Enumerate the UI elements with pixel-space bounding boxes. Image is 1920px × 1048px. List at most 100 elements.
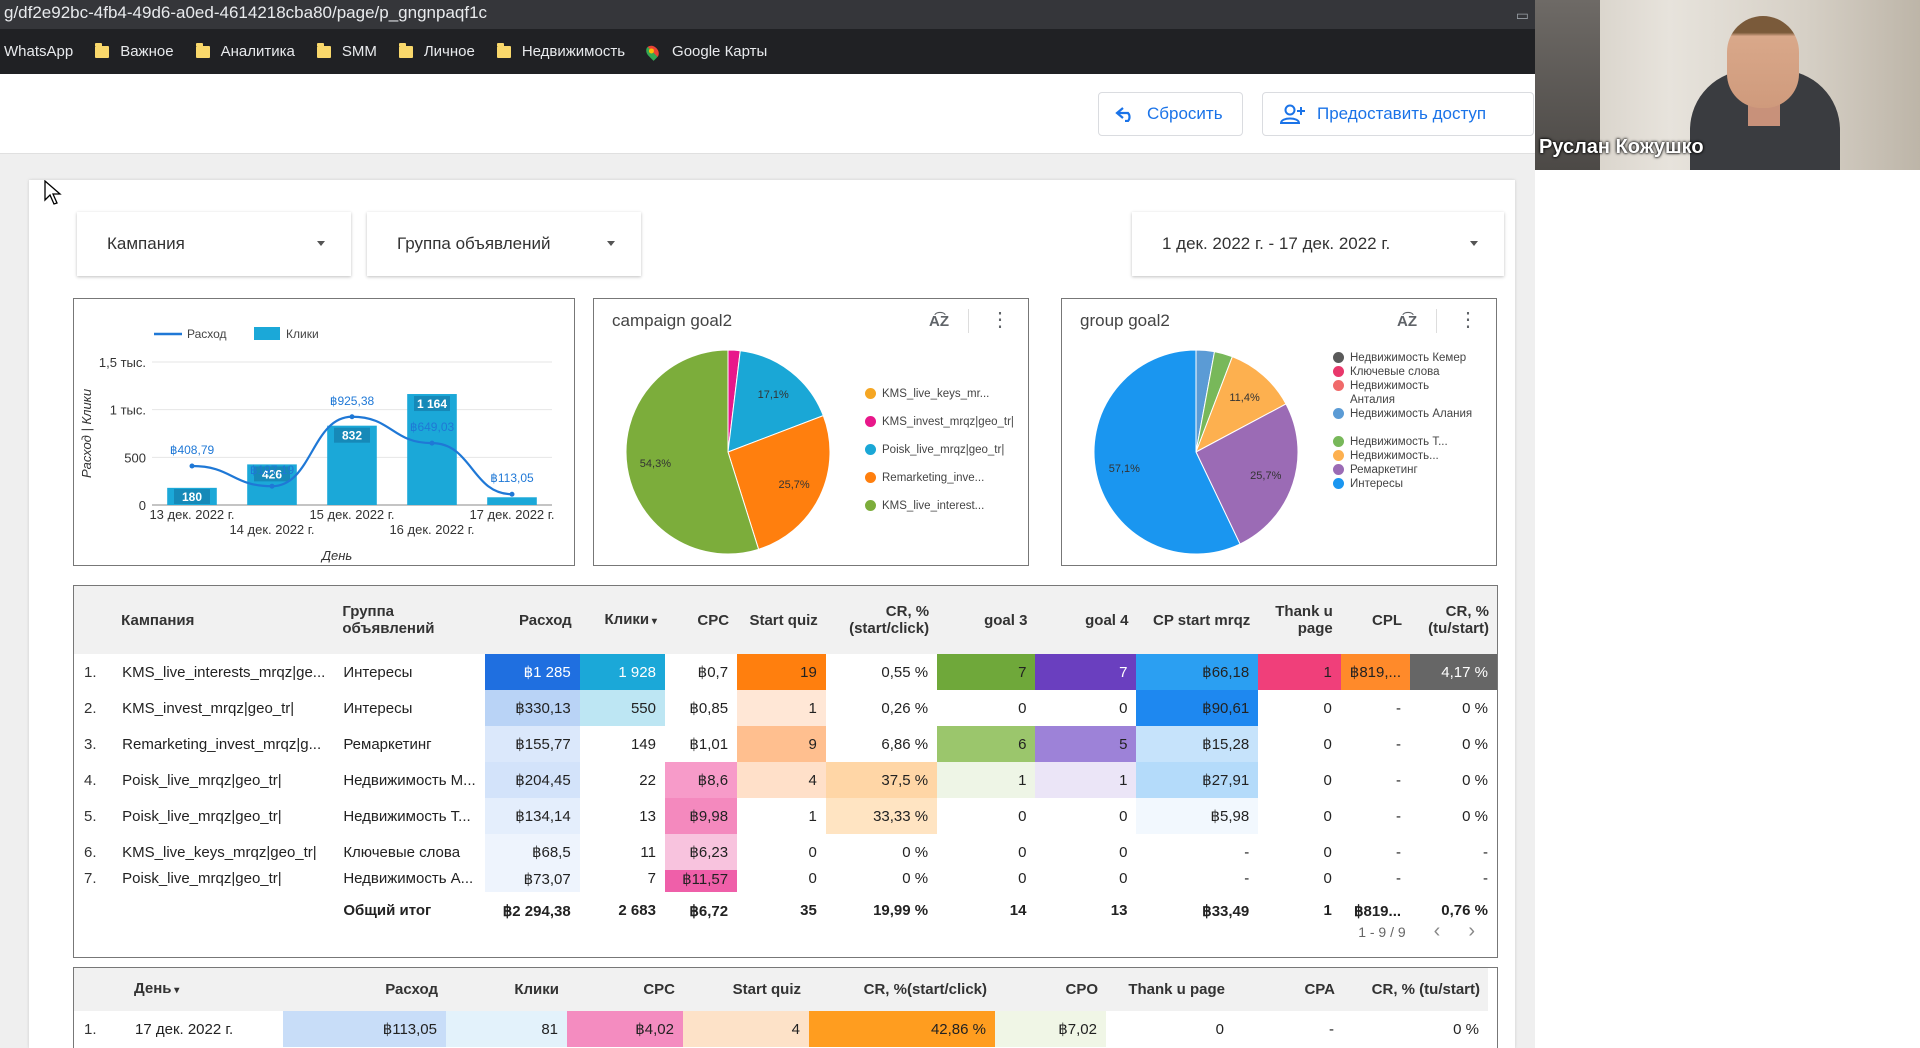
legend-item[interactable]: Недвижимость Анталия	[1333, 379, 1473, 407]
table-cell: 0	[1018, 843, 1027, 861]
table-cell: 4,17 %	[1410, 654, 1497, 690]
column-header[interactable]: Thank u page	[1258, 586, 1341, 654]
column-header[interactable]: CP start mrqz	[1136, 586, 1259, 654]
line-point[interactable]	[349, 414, 355, 420]
table-row[interactable]: 4. Poisk_live_mrqz|geo_tr| Недвижимость М.…	[74, 762, 1497, 798]
legend-label: KMS_invest_mrqz|geo_tr|	[882, 416, 1014, 428]
legend-item[interactable]: KMS_invest_mrqz|geo_tr|	[865, 415, 1014, 429]
column-header[interactable]: CR, % (start/click)	[825, 586, 938, 654]
column-header[interactable]: goal 4	[1035, 586, 1137, 654]
slice-percent-label: 11,4%	[1229, 392, 1260, 404]
column-header[interactable]: День ▾	[126, 968, 283, 1011]
legend-item[interactable]: Недвижимость...	[1333, 449, 1473, 463]
table-header-row: День ▾ Расход Клики CPC Start quiz CR, %(star…	[74, 968, 1488, 1011]
column-header[interactable]: goal 3	[937, 586, 1036, 654]
total-cell: 14	[1009, 902, 1027, 919]
legend-item[interactable]: Интересы	[1333, 477, 1473, 491]
column-header[interactable]: Группа объявлений	[334, 586, 485, 654]
legend-label: Ключевые слова	[1350, 366, 1440, 378]
y-tick-label: 1 тыс.	[110, 403, 146, 418]
share-button[interactable]: Предоставить доступ	[1262, 92, 1534, 136]
line-point[interactable]	[429, 440, 435, 446]
url-text: g/df2e92bc-4fb4-49d6-a0ed-4614218cba80/p…	[4, 3, 488, 22]
campaign-filter-dropdown[interactable]: Кампания	[77, 212, 351, 276]
table-row[interactable]: 1. KMS_live_interests_mrqz|ge... Интересы ฿…	[74, 654, 1497, 690]
bar[interactable]	[487, 497, 537, 505]
legend-item[interactable]: Недвижимость Кемер	[1333, 351, 1473, 365]
spend-clicks-combo-chart[interactable]: Расход Клики 0 500 1 тыс. 1,5 тыс. Расход | Кл…	[73, 298, 575, 566]
column-header[interactable]: Клики	[446, 968, 567, 1011]
table-cell: 0	[1215, 1020, 1224, 1038]
column-header[interactable]: CR, %(start/click)	[809, 968, 995, 1011]
column-header[interactable]: CR, % (tu/start)	[1410, 586, 1497, 654]
line-point[interactable]	[269, 483, 275, 489]
table-cell: 1	[737, 690, 826, 726]
column-header[interactable]: Расход	[484, 586, 580, 654]
column-header-label: CPA	[1304, 981, 1335, 998]
bookmark-item[interactable]: Google Карты	[643, 42, 767, 61]
legend-item[interactable]: Недвижимость Алания	[1333, 407, 1473, 421]
table-cell: KMS_invest_mrqz|geo_tr|	[122, 699, 295, 717]
column-header[interactable]: CPL	[1340, 586, 1411, 654]
folder-icon	[195, 42, 210, 58]
legend-item[interactable]: Ключевые слова	[1333, 365, 1473, 379]
column-header[interactable]: CPO	[995, 968, 1106, 1011]
bookmark-item[interactable]: Аналитика	[195, 42, 295, 60]
next-page-icon[interactable]: ›	[1468, 920, 1475, 943]
table-cell: ฿4,02	[567, 1011, 683, 1047]
bookmark-label: Недвижимость	[521, 43, 626, 60]
table-row[interactable]: 2. KMS_invest_mrqz|geo_tr| Интересы ฿330,13…	[74, 690, 1497, 726]
total-cell: ฿6,72	[689, 902, 729, 920]
column-header[interactable]: CPA	[1233, 968, 1343, 1011]
campaign-goal2-pie-chart[interactable]: campaign goal2 A͡Z ⋮ 17,1% 25,7% 54,3% KMS…	[593, 298, 1029, 566]
table-cell: ฿204,45	[484, 762, 580, 798]
bookmark-item[interactable]: SMM	[316, 42, 377, 60]
legend-item[interactable]: Недвижимость Т...	[1333, 435, 1473, 449]
bookmarks-bar: WhatsApp Важное Аналитика SMM Личное Недвижим…	[0, 29, 1535, 74]
column-header[interactable]: Расход	[283, 968, 446, 1011]
table-cell: ฿8,6	[664, 762, 738, 798]
row-index: 7.	[84, 870, 97, 887]
column-header[interactable]: Start quiz	[683, 968, 809, 1011]
column-header[interactable]: CPC	[567, 968, 683, 1011]
table-row[interactable]: 7. Poisk_live_mrqz|geo_tr| Недвижимость А.…	[74, 870, 1497, 892]
date-range-picker[interactable]: 1 дек. 2022 г. - 17 дек. 2022 г.	[1132, 212, 1504, 276]
legend-item[interactable]: Remarketing_inve...	[865, 471, 1005, 485]
table-cell: Недвижимость Т...	[343, 807, 471, 825]
table-cell: 0 %	[1462, 699, 1488, 717]
column-header[interactable]: CR, % (tu/start)	[1343, 968, 1488, 1011]
table-cell: 0,26 %	[881, 699, 929, 717]
bookmark-item[interactable]: Личное	[398, 42, 475, 60]
bookmark-label: SMM	[341, 43, 377, 60]
table-row[interactable]: 3. Remarketing_invest_mrqz|g... Ремаркетин…	[74, 726, 1497, 762]
column-header[interactable]: CPC	[664, 586, 738, 654]
reset-button[interactable]: Сбросить	[1098, 92, 1243, 136]
legend-label: Расход	[187, 327, 227, 341]
x-tick-label: 17 дек. 2022 г.	[469, 507, 554, 522]
group-goal2-pie-chart[interactable]: group goal2 A͡Z ⋮ 11,4% 25,7% 57,1% Недвиж…	[1061, 298, 1497, 566]
bookmark-item[interactable]: WhatsApp	[4, 43, 73, 60]
legend-item[interactable]: Poisk_live_mrqz|geo_tr|	[865, 443, 1005, 457]
total-cell: ฿33,49	[1202, 902, 1250, 920]
slice-percent-label: 57,1%	[1109, 463, 1140, 475]
bookmark-star-icon[interactable]: ▭	[1516, 3, 1529, 28]
address-bar[interactable]: g/df2e92bc-4fb4-49d6-a0ed-4614218cba80/p…	[0, 0, 1535, 29]
table-row[interactable]: 6. KMS_live_keys_mrqz|geo_tr| Ключевые сло…	[74, 834, 1497, 870]
bookmark-item[interactable]: Важное	[95, 42, 174, 60]
prev-page-icon[interactable]: ‹	[1434, 920, 1441, 943]
legend-item[interactable]: KMS_live_interest...	[865, 499, 1005, 513]
legend-item[interactable]: KMS_live_keys_mr...	[865, 387, 1005, 401]
table-row[interactable]: 5. Poisk_live_mrqz|geo_tr| Недвижимость Т.…	[74, 798, 1497, 834]
table-cell: 7	[1035, 654, 1137, 690]
column-header[interactable]: Кампания	[113, 586, 335, 654]
table-row[interactable]: 1. 17 дек. 2022 г. ฿113,05 81 ฿4,02 4 42,86 % ฿…	[74, 1011, 1488, 1047]
column-header[interactable]: Thank u page	[1106, 968, 1233, 1011]
ad-group-filter-dropdown[interactable]: Группа объявлений	[367, 212, 641, 276]
bookmark-item[interactable]: Недвижимость	[496, 42, 626, 60]
legend-item[interactable]: Ремаркетинг	[1333, 463, 1473, 477]
column-header[interactable]: Клики ▾	[579, 586, 665, 654]
ad-group-filter-label: Группа объявлений	[397, 234, 551, 253]
line-point[interactable]	[189, 463, 195, 469]
column-header[interactable]: Start quiz	[737, 586, 826, 654]
line-point[interactable]	[509, 491, 515, 497]
